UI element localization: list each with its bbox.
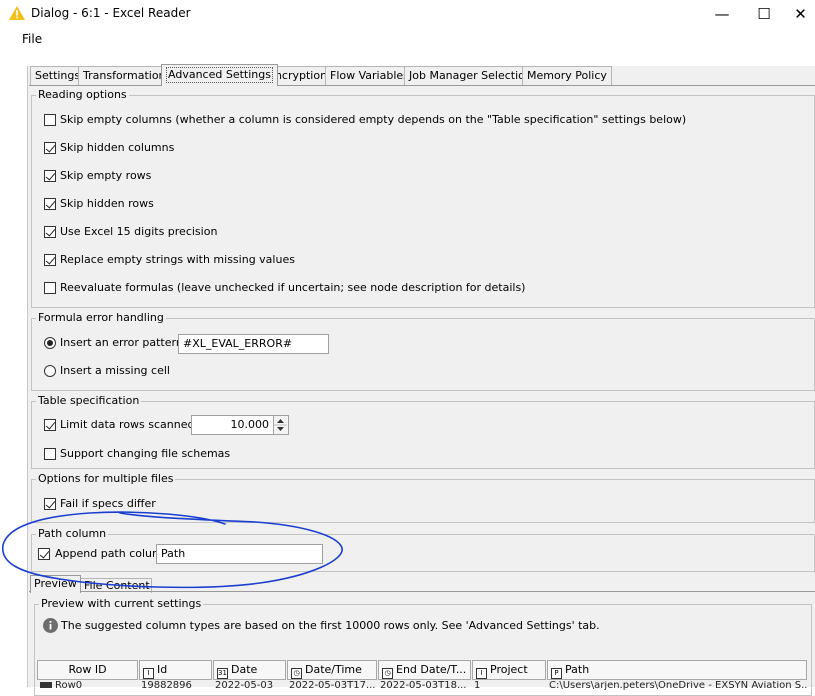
minimize-button[interactable]: — [699,0,745,28]
tab-memory-policy[interactable]: Memory Policy [522,66,612,85]
column-header-date-label: Date [231,663,258,676]
path-column-title: Path column [36,527,109,541]
preview-info-text: The suggested column types are based on … [61,619,600,632]
table-cell-date: 2022-05-03 [215,681,274,691]
tab-settings[interactable]: Settings [30,66,86,85]
insert-missing-cell-label: Insert a missing cell [60,364,170,377]
row-marker [40,682,52,688]
menu-file[interactable]: File [22,32,42,46]
skip-empty-columns-checkbox[interactable] [44,114,56,126]
table-cell-path: C:\Users\arjen.peters\OneDrive - EXSYN A… [549,681,807,691]
column-header-end-date-time-label: End Date/T... [396,663,467,676]
warning-icon [9,6,25,20]
info-icon [43,618,58,633]
append-path-column-checkbox[interactable] [38,548,50,560]
table-spec-title: Table specification [36,394,142,408]
column-header-row-id-label: Row ID [68,663,107,676]
skip-hidden-rows-label: Skip hidden rows [60,197,154,210]
tab-memory-policy-label: Memory Policy [527,69,607,82]
datetime-type-icon: ◷ [382,668,393,679]
window-title: Dialog - 6:1 - Excel Reader [31,6,191,20]
append-path-column-label: Append path column [55,547,170,560]
column-header-project[interactable]: I Project [472,660,546,680]
table-cell-project: 1 [474,681,481,691]
skip-empty-rows-label: Skip empty rows [60,169,152,182]
string-type-icon: I [143,668,154,679]
skip-empty-columns-label: Skip empty columns (whether a column is … [60,113,687,126]
tab-settings-label: Settings [35,69,81,82]
skip-empty-rows-checkbox[interactable] [44,170,56,182]
table-cell-row-id: Row0 [55,681,83,691]
skip-hidden-columns-label: Skip hidden columns [60,141,175,154]
column-header-date[interactable]: 31 Date [213,660,286,680]
column-header-path[interactable]: P Path [547,660,807,680]
reading-options-title: Reading options [36,88,129,102]
tab-flow-variables-label: Flow Variables [330,69,409,82]
preview-title: Preview with current settings [39,597,204,611]
spinner-arrows-icon [274,419,287,431]
insert-error-pattern-radio[interactable] [44,337,56,349]
skip-hidden-columns-checkbox[interactable] [44,142,56,154]
column-header-date-time[interactable]: ◷ Date/Time [287,660,377,680]
path-type-icon: P [551,668,562,679]
string-type-icon: I [476,668,487,679]
formula-error-group: Formula error handling [31,311,815,391]
column-header-id-label: Id [157,663,168,676]
tab-flow-variables[interactable]: Flow Variables [325,66,414,85]
limit-rows-spinner-input[interactable]: 10.000 [191,415,274,435]
preview-tab-divider [29,591,815,592]
limit-rows-checkbox[interactable] [44,419,56,431]
tab-job-manager-selection[interactable]: Job Manager Selection [404,66,537,85]
reevaluate-formulas-checkbox[interactable] [44,282,56,294]
column-header-path-label: Path [565,663,590,676]
excel-precision-label: Use Excel 15 digits precision [60,225,218,238]
formula-error-title: Formula error handling [36,311,166,325]
tab-preview[interactable]: Preview [30,575,81,593]
datetime-type-icon: ◷ [291,668,302,679]
column-header-row-id[interactable]: Row ID [37,660,138,680]
table-cell-date-time: 2022-05-03T17... [289,681,376,691]
multiple-files-title: Options for multiple files [36,472,176,486]
column-header-id[interactable]: I Id [139,660,212,680]
reevaluate-formulas-label: Reevaluate formulas (leave unchecked if … [60,281,526,294]
tab-divider [29,85,815,86]
skip-hidden-rows-checkbox[interactable] [44,198,56,210]
excel-precision-checkbox[interactable] [44,226,56,238]
date-type-icon: 31 [217,668,228,679]
tab-transformation-label: Transformation [83,69,166,82]
support-changing-schemas-label: Support changing file schemas [60,447,231,460]
tab-job-manager-label: Job Manager Selection [409,69,532,82]
table-cell-end-date-time: 2022-05-03T18... [380,681,467,691]
column-header-end-date-time[interactable]: ◷ End Date/T... [378,660,471,680]
tab-advanced-settings[interactable]: Advanced Settings [161,64,278,86]
fail-if-specs-differ-checkbox[interactable] [44,498,56,510]
column-header-date-time-label: Date/Time [305,663,362,676]
support-changing-schemas-checkbox[interactable] [44,448,56,460]
replace-empty-strings-label: Replace empty strings with missing value… [60,253,295,266]
close-button[interactable]: ✕ [786,0,815,28]
maximize-button[interactable]: ☐ [741,0,787,28]
insert-error-pattern-label: Insert an error pattern [60,336,183,349]
spinner-buttons[interactable] [274,415,289,435]
path-column-name-input[interactable]: Path [156,544,323,564]
limit-rows-label: Limit data rows scanned [60,418,195,431]
error-pattern-input[interactable]: #XL_EVAL_ERROR# [178,334,329,354]
fail-if-specs-differ-label: Fail if specs differ [60,497,156,510]
table-cell-id: 19882896 [141,681,192,691]
replace-empty-strings-checkbox[interactable] [44,254,56,266]
insert-missing-cell-radio[interactable] [44,365,56,377]
column-header-project-label: Project [490,663,528,676]
tab-transformation[interactable]: Transformation [78,66,171,85]
tab-advanced-settings-label: Advanced Settings [166,67,273,83]
